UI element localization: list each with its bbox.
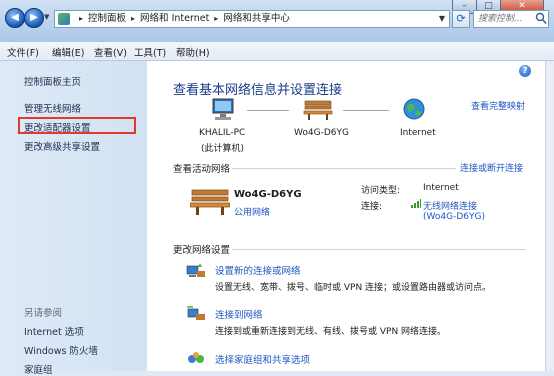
see-also-title: 另请参阅	[24, 308, 63, 319]
menu-bar: 文件(F) 编辑(E) 查看(V) 工具(T) 帮助(H)	[0, 42, 554, 61]
connections-label: 连接:	[361, 202, 383, 212]
wifi-signal-icon	[411, 199, 421, 208]
menu-help[interactable]: 帮助(H)	[176, 45, 210, 59]
forward-button[interactable]: ▶	[24, 8, 44, 28]
wireless-connection-link[interactable]: 无线网络连接	[423, 199, 477, 212]
bench-icon[interactable]	[303, 99, 333, 121]
task-connect-network-desc: 连接到或重新连接到无线、有线、拨号或 VPN 网络连接。	[215, 327, 447, 337]
breadcrumb-network-sharing-center[interactable]: 网络和共享中心	[223, 13, 290, 24]
connection-line	[343, 110, 389, 111]
scrollbar[interactable]	[545, 61, 554, 371]
active-network-name: Wo4G-D6YG	[234, 189, 302, 200]
highlight-annotation	[18, 117, 136, 134]
search-icon[interactable]	[535, 11, 547, 26]
computer-icon	[212, 98, 234, 120]
view-full-map-link[interactable]: 查看完整映射	[471, 99, 525, 112]
bench-icon	[190, 189, 230, 215]
active-networks-title: 查看活动网络	[173, 164, 231, 175]
address-dropdown-icon[interactable]: ▼	[439, 11, 445, 27]
globe-icon[interactable]	[402, 97, 426, 121]
wireless-ssid-link[interactable]: (Wo4G-D6YG)	[423, 212, 485, 222]
breadcrumb-network-internet[interactable]: 网络和 Internet	[140, 13, 209, 24]
menu-tools[interactable]: 工具(T)	[134, 45, 166, 59]
address-bar[interactable]: ▸ 控制面板 ▸ 网络和 Internet ▸ 网络和共享中心 ▼	[54, 10, 450, 28]
new-connection-icon	[186, 263, 205, 277]
sidebar-internet-options[interactable]: Internet 选项	[24, 324, 84, 338]
node-label-computer: KHALIL-PC	[199, 128, 246, 138]
change-settings-title: 更改网络设置	[173, 245, 231, 256]
breadcrumb-separator: ▸	[131, 14, 136, 23]
menu-edit[interactable]: 编辑(E)	[52, 45, 84, 59]
sidebar-advanced-sharing[interactable]: 更改高级共享设置	[24, 139, 100, 153]
breadcrumb-separator: ▸	[79, 14, 84, 23]
sidebar-manage-wireless[interactable]: 管理无线网络	[24, 101, 81, 115]
help-icon[interactable]: ?	[519, 65, 531, 77]
connect-network-icon	[187, 306, 205, 320]
section-divider	[232, 249, 526, 250]
page-title: 查看基本网络信息并设置连接	[173, 83, 343, 98]
back-button[interactable]: ◀	[5, 8, 25, 28]
node-label-network[interactable]: Wo4G-D6YG	[294, 128, 349, 138]
menu-file[interactable]: 文件(F)	[7, 45, 39, 59]
task-setup-connection-desc: 设置无线、宽带、拨号、临时或 VPN 连接；或设置路由器或访问点。	[215, 283, 492, 293]
breadcrumb-control-panel[interactable]: 控制面板	[88, 13, 126, 24]
node-sublabel-computer: (此计算机)	[201, 144, 245, 154]
access-type-label: 访问类型:	[361, 186, 401, 196]
connect-disconnect-link[interactable]: 连接或断开连接	[460, 161, 523, 174]
network-type-link[interactable]: 公用网络	[234, 205, 270, 218]
homegroup-icon	[188, 352, 204, 363]
control-panel-icon	[58, 13, 70, 25]
sidebar-homegroup[interactable]: 家庭组	[24, 362, 53, 376]
refresh-button[interactable]: ⟳	[452, 10, 470, 28]
sidebar-windows-firewall[interactable]: Windows 防火墙	[24, 343, 98, 357]
node-label-internet[interactable]: Internet	[400, 128, 436, 138]
breadcrumb-separator: ▸	[214, 14, 219, 23]
task-connect-network-link[interactable]: 连接到网络	[215, 307, 263, 321]
task-homegroup-link[interactable]: 选择家庭组和共享选项	[215, 352, 310, 366]
section-divider	[232, 168, 456, 169]
access-type-value: Internet	[423, 183, 459, 193]
sidebar-control-panel-home[interactable]: 控制面板主页	[24, 74, 81, 88]
task-setup-connection-link[interactable]: 设置新的连接或网络	[215, 263, 301, 277]
connection-line	[247, 110, 289, 111]
recent-pages-dropdown[interactable]: ▼	[44, 13, 49, 21]
menu-view[interactable]: 查看(V)	[94, 45, 127, 59]
